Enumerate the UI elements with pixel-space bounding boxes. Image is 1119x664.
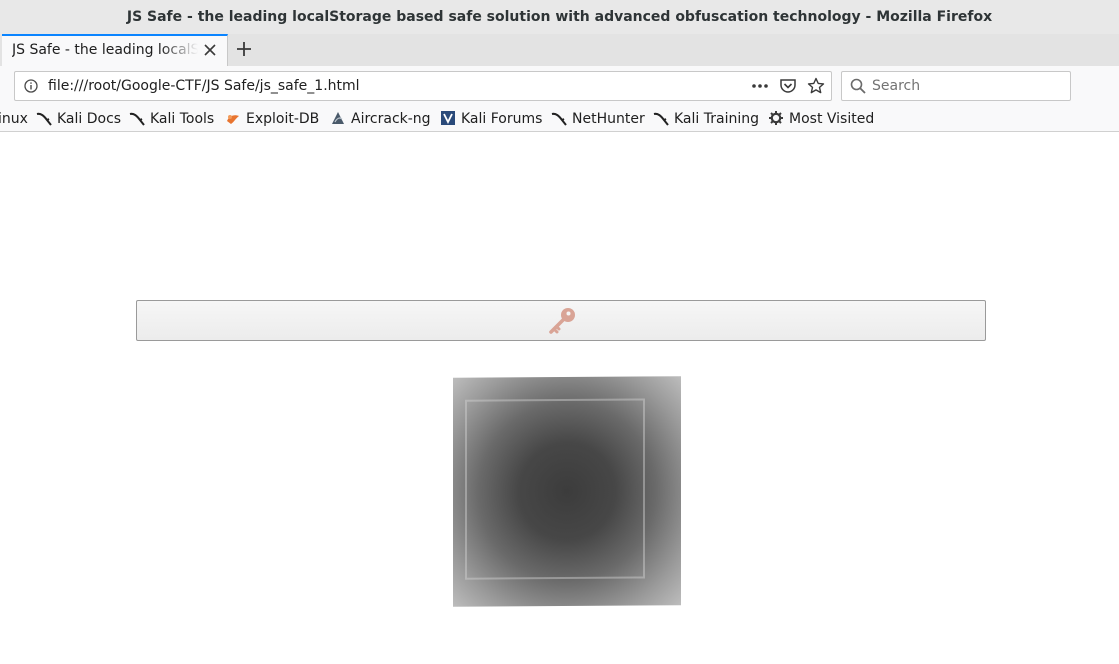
tab-js-safe[interactable]: JS Safe - the leading localStorage based… — [2, 34, 228, 66]
kali-dragon-icon — [129, 112, 145, 126]
kali-forums-icon — [441, 111, 455, 125]
tab-strip: JS Safe - the leading localStorage based… — [0, 34, 1119, 66]
bookmarks-toolbar: inux Kali Docs Kali Tools Exploit-DB Air… — [0, 106, 1119, 132]
bookmark-kali-docs[interactable]: Kali Docs — [36, 109, 121, 129]
bookmark-exploit-db[interactable]: Exploit-DB — [225, 109, 319, 129]
url-text[interactable]: file:///root/Google-CTF/JS Safe/js_safe_… — [48, 78, 360, 94]
tab-title: JS Safe - the leading localStorage based… — [12, 42, 198, 58]
nav-bar: file:///root/Google-CTF/JS Safe/js_safe_… — [0, 66, 1119, 106]
safe-cube-inner-face — [465, 398, 645, 580]
new-tab-icon[interactable] — [234, 39, 254, 59]
bookmark-kali-training[interactable]: Kali Training — [653, 109, 759, 129]
page-content — [0, 132, 1119, 664]
url-bar[interactable]: file:///root/Google-CTF/JS Safe/js_safe_… — [14, 71, 832, 101]
window-title: JS Safe - the leading localStorage based… — [0, 0, 1119, 34]
bookmark-label: Most Visited — [789, 111, 875, 127]
kali-dragon-icon — [36, 112, 52, 126]
bookmark-kali-tools[interactable]: Kali Tools — [129, 109, 214, 129]
password-input[interactable] — [136, 300, 986, 341]
bookmark-label: Kali Docs — [57, 111, 122, 127]
bookmark-aircrack-ng[interactable]: Aircrack-ng — [330, 109, 431, 129]
bookmark-label: NetHunter — [572, 111, 645, 127]
bookmark-label: Kali Tools — [150, 111, 215, 127]
kali-dragon-icon — [653, 112, 669, 126]
exploit-db-icon — [227, 115, 239, 124]
aircrack-icon — [332, 112, 344, 124]
search-bar[interactable] — [841, 71, 1071, 101]
bookmark-label: Kali Forums — [461, 111, 543, 127]
bookmark-label: inux — [0, 111, 28, 127]
bookmark-kali-forums[interactable]: Kali Forums — [440, 109, 542, 129]
safe-cube — [453, 376, 681, 607]
pocket-icon[interactable] — [779, 78, 797, 94]
search-input[interactable] — [872, 74, 1062, 98]
bookmark-label: Exploit-DB — [246, 111, 320, 127]
more-actions-icon[interactable] — [751, 79, 769, 93]
bookmark-nethunter[interactable]: NetHunter — [551, 109, 645, 129]
info-icon[interactable] — [24, 79, 38, 93]
bookmark-label: Kali Training — [674, 111, 759, 127]
key-icon — [549, 308, 575, 334]
close-icon[interactable] — [203, 43, 217, 57]
kali-dragon-icon — [551, 112, 567, 126]
bookmark-label: Aircrack-ng — [351, 111, 431, 127]
gear-icon — [769, 111, 783, 125]
bookmark-most-visited[interactable]: Most Visited — [768, 109, 874, 129]
search-icon — [850, 78, 866, 94]
bookmark-star-icon[interactable] — [807, 77, 825, 95]
bookmark-kali-linux[interactable]: inux — [0, 109, 28, 129]
